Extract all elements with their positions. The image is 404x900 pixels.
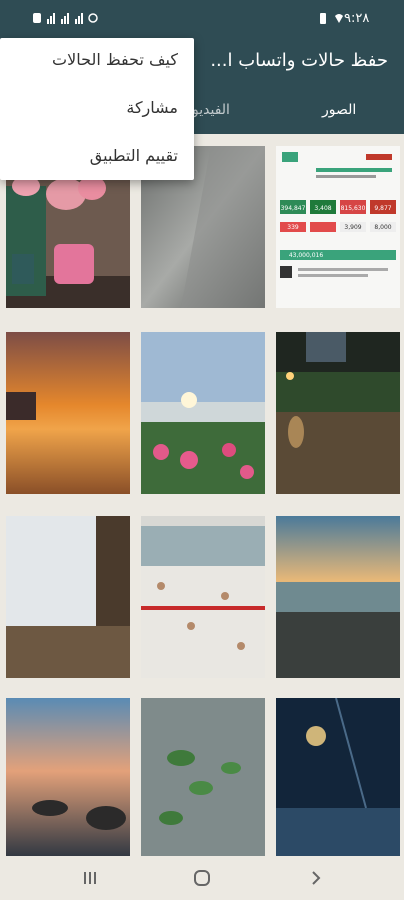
- covid-stat-7: 8,000: [374, 224, 391, 231]
- green-leaves-image: [141, 698, 265, 860]
- thumbnail-snowy-window-books[interactable]: [6, 516, 130, 678]
- covid-stat-4: 9,877: [374, 205, 391, 212]
- battery-icon: [320, 13, 326, 24]
- whatsapp-notification-icon: [33, 13, 41, 23]
- signal-bars-icon-3: [75, 13, 83, 24]
- sunset-flowers-image: [141, 332, 265, 494]
- app-title: حفظ حالات واتساب ا...: [210, 50, 388, 71]
- covid-stats-image: 394,847 3,408 815,630 9,877 339 3,909 8,…: [276, 146, 400, 308]
- crowd-image: [141, 516, 265, 678]
- covid-stat-6: 3,909: [344, 224, 361, 231]
- covid-stat-5: 339: [287, 224, 299, 231]
- rocky-sea-sunset-image: [6, 698, 130, 860]
- thumbnail-rocky-sea-sunset[interactable]: [6, 698, 130, 860]
- home-icon[interactable]: [192, 868, 212, 888]
- recent-apps-icon[interactable]: [80, 868, 100, 888]
- covid-stat-8: 43,000,016: [289, 252, 324, 259]
- back-chevron-icon[interactable]: [306, 868, 326, 888]
- thumbnail-covid-stats[interactable]: 394,847 3,408 815,630 9,877 339 3,909 8,…: [276, 146, 400, 308]
- tab-photos[interactable]: الصور: [322, 102, 356, 118]
- thumbnail-sunset-flowers[interactable]: [141, 332, 265, 494]
- signal-bars-icon: [47, 13, 55, 24]
- thumbnail-beach-waves[interactable]: [276, 516, 400, 678]
- thumbnail-night-park[interactable]: [276, 332, 400, 494]
- beach-waves-image: [276, 516, 400, 678]
- snowy-window-books-image: [6, 516, 130, 678]
- status-time: ٩:٢٨: [344, 11, 370, 26]
- system-nav-bar: [0, 856, 404, 900]
- status-bar: ٩:٢٨: [0, 0, 404, 40]
- signal-bars-icon-2: [61, 13, 69, 24]
- covid-stat-2: 3,408: [314, 205, 331, 212]
- covid-stat-1: 394,847: [281, 205, 306, 212]
- covid-stat-3: 815,630: [341, 205, 366, 212]
- thumbnail-orange-sunset-sea[interactable]: [6, 332, 130, 494]
- orange-sunset-sea-image: [6, 332, 130, 494]
- status-notification-icons: [32, 12, 98, 24]
- menu-item-rate-app[interactable]: تقييم التطبيق: [90, 146, 178, 165]
- overflow-menu: كيف تحفظ الحالات مشاركة تقييم التطبيق: [0, 38, 194, 180]
- wifi-call-icon: [335, 14, 343, 23]
- thumbnail-green-leaves[interactable]: [141, 698, 265, 860]
- lamp-forest-image: [276, 698, 400, 860]
- menu-item-how-to-save[interactable]: كيف تحفظ الحالات: [52, 50, 178, 69]
- thumbnail-lamp-forest[interactable]: [276, 698, 400, 860]
- tab-videos[interactable]: الفيديو: [192, 102, 230, 118]
- night-park-image: [276, 332, 400, 494]
- alarm-icon: [88, 13, 98, 23]
- status-system-icons: [318, 12, 344, 24]
- menu-item-share[interactable]: مشاركة: [126, 98, 178, 117]
- thumbnail-crowd[interactable]: [141, 516, 265, 678]
